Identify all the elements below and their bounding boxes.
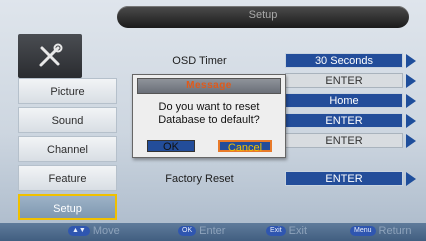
sidebar-item-label: Feature xyxy=(48,173,87,185)
exit-key-icon: Exit xyxy=(266,226,286,237)
arrow-right-icon xyxy=(406,94,416,108)
dialog-title: Message xyxy=(137,78,281,94)
arrow-right-icon xyxy=(406,114,416,128)
arrow-right-icon xyxy=(406,74,416,88)
page-title: Setup xyxy=(248,9,278,21)
hint-label: Enter xyxy=(199,225,226,237)
hint-exit: Exit Exit xyxy=(266,225,307,239)
dialog-message-line: Do you want to reset xyxy=(158,101,260,113)
sidebar-item-sound[interactable]: Sound xyxy=(18,107,117,133)
sidebar-item-setup[interactable]: Setup xyxy=(18,194,117,220)
arrow-right-icon xyxy=(406,172,416,186)
hint-enter: OK Enter xyxy=(178,225,225,239)
hint-label: Exit xyxy=(288,225,308,237)
sidebar-item-label: Channel xyxy=(47,144,88,156)
reset-confirm-dialog: Message Do you want to reset Database to… xyxy=(132,74,286,158)
menu-row-osd-timer[interactable]: OSD Timer 30 Seconds xyxy=(117,53,416,71)
menu-row-label: Factory Reset xyxy=(165,173,234,185)
menu-key-icon: Menu xyxy=(350,226,376,237)
ok-key-icon: OK xyxy=(178,226,197,237)
tools-logo-tile xyxy=(18,34,82,78)
hint-move: ▲▼ Move xyxy=(68,225,120,239)
sidebar-item-feature[interactable]: Feature xyxy=(18,165,117,191)
hint-bar: ▲▼ Move OK Enter Exit Exit Menu Return xyxy=(0,223,426,241)
title-bar: Setup xyxy=(117,6,409,28)
menu-row-value[interactable]: Home xyxy=(285,93,403,108)
sidebar-item-label: Sound xyxy=(51,115,84,127)
menu-row-value[interactable]: 30 Seconds xyxy=(285,53,403,68)
menu-row-factory-reset[interactable]: Factory Reset ENTER xyxy=(117,171,416,189)
sidebar-item-picture[interactable]: Picture xyxy=(18,78,117,104)
updown-key-icon: ▲▼ xyxy=(68,226,90,237)
hint-label: Move xyxy=(92,225,120,237)
menu-row-value[interactable]: ENTER xyxy=(285,73,403,88)
menu-row-value[interactable]: ENTER xyxy=(285,133,403,148)
cancel-button[interactable]: Cancel xyxy=(218,140,272,154)
sidebar-item-label: Setup xyxy=(53,203,82,215)
arrow-right-icon xyxy=(406,54,416,68)
tv-osd-frame: Setup Picture Sound Channel Feature Setu… xyxy=(0,0,426,241)
sidebar-item-channel[interactable]: Channel xyxy=(18,136,117,162)
hint-return: Menu Return xyxy=(350,225,412,239)
menu-row-value[interactable]: ENTER xyxy=(285,113,403,128)
menu-row-value[interactable]: ENTER xyxy=(285,171,403,186)
ok-button[interactable]: OK xyxy=(147,140,195,153)
dialog-message-line: Database to default? xyxy=(158,114,260,126)
hint-label: Return xyxy=(378,225,412,237)
arrow-right-icon xyxy=(406,134,416,148)
menu-row-label: OSD Timer xyxy=(172,55,227,67)
sidebar-item-label: Picture xyxy=(50,86,85,98)
sidebar: Picture Sound Channel Feature Setup xyxy=(18,78,117,223)
dialog-message: Do you want to reset Database to default… xyxy=(137,101,281,127)
tools-icon xyxy=(39,43,63,67)
